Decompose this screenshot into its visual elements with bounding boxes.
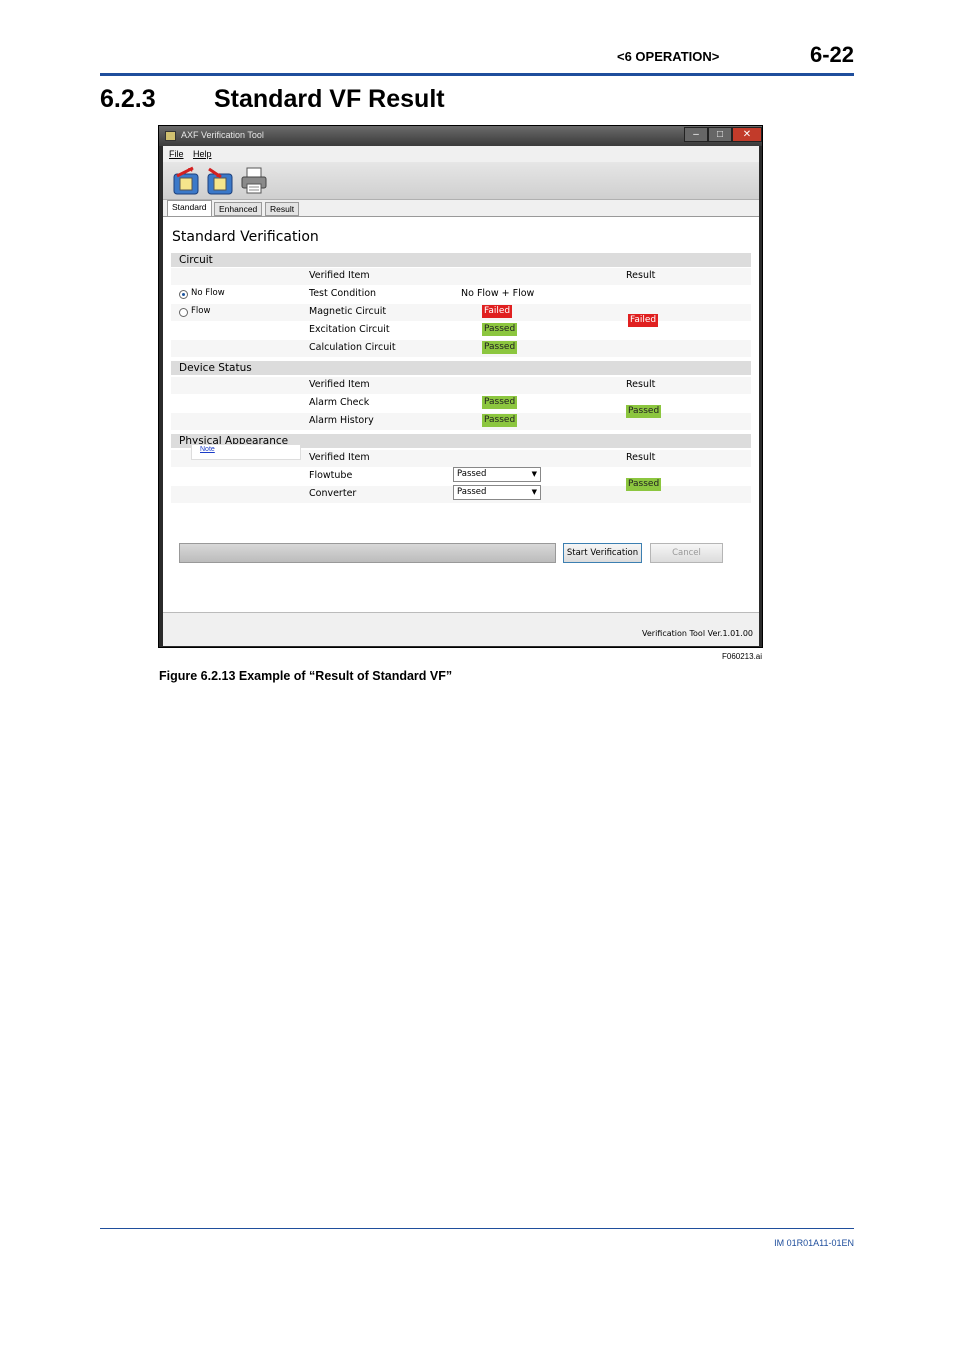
figure-caption: Figure 6.2.13 Example of “Result of Stan…	[159, 669, 453, 683]
start-verification-button[interactable]: Start Verification	[563, 543, 642, 563]
menu-help[interactable]: Help	[193, 149, 212, 159]
magnetic-circuit-status: Failed	[482, 305, 513, 318]
toolbar	[163, 162, 759, 200]
row-stripe	[171, 268, 751, 285]
tab-strip: Standard Enhanced Result	[163, 200, 759, 216]
header-section: <6 OPERATION>	[617, 49, 720, 64]
circuit-col-result: Result	[626, 270, 656, 281]
converter-select-value: Passed	[457, 487, 487, 497]
device-col-result: Result	[626, 379, 656, 390]
title-bar[interactable]: AXF Verification Tool – □ ✕	[159, 126, 762, 146]
chevron-down-icon: ▼	[531, 488, 537, 496]
window-title: AXF Verification Tool	[181, 130, 264, 140]
circuit-item-label: Magnetic Circuit	[309, 306, 387, 317]
appearance-result-status: Passed	[626, 478, 662, 491]
version-text: Verification Tool Ver.1.01.00	[642, 629, 753, 638]
figure-file-id: F060213.ai	[722, 652, 763, 661]
flow-label: Flow	[191, 306, 211, 316]
cancel-button[interactable]: Cancel	[650, 543, 723, 563]
circuit-item-label: Test Condition	[309, 288, 377, 299]
row-stripe	[171, 413, 751, 430]
window-client: File Help Standard Enhanced Result Stand…	[163, 146, 759, 646]
app-window: AXF Verification Tool – □ ✕ File Help St…	[158, 125, 763, 648]
row-stripe	[171, 304, 751, 321]
save-parameters-icon[interactable]	[205, 166, 235, 196]
flow-radio[interactable]	[179, 308, 188, 317]
device-col-verified-item: Verified Item	[309, 379, 370, 390]
flowtube-select[interactable]: Passed ▼	[453, 467, 541, 482]
calculation-circuit-status: Passed	[482, 341, 518, 354]
printer-icon[interactable]	[239, 166, 269, 196]
chevron-down-icon: ▼	[531, 470, 537, 478]
device-item-label: Alarm Check	[309, 397, 370, 408]
footer-rule	[100, 1228, 854, 1229]
verification-progress-bar	[179, 543, 556, 563]
excitation-circuit-status: Passed	[482, 323, 518, 336]
maximize-button[interactable]: □	[708, 127, 732, 142]
alarm-check-status: Passed	[482, 396, 518, 409]
load-parameters-icon[interactable]	[171, 166, 201, 196]
circuit-col-verified-item: Verified Item	[309, 270, 370, 281]
note-box: Note	[191, 444, 301, 460]
device-status-section-header: Device Status	[171, 361, 751, 375]
app-icon	[165, 131, 176, 141]
circuit-item-label: Excitation Circuit	[309, 324, 390, 335]
footer-doc-id: IM 01R01A11-01EN	[774, 1238, 854, 1248]
appearance-item-label: Converter	[309, 488, 357, 499]
section-title: Standard VF Result	[214, 85, 445, 113]
section-number: 6.2.3	[100, 85, 156, 113]
appearance-col-verified-item: Verified Item	[309, 452, 370, 463]
circuit-item-label: Calculation Circuit	[309, 342, 396, 353]
standard-verification-panel: Standard Verification Circuit No Flow Fl…	[163, 216, 759, 612]
row-stripe	[171, 340, 751, 357]
status-bar: Verification Tool Ver.1.01.00	[163, 612, 759, 646]
circuit-section-header: Circuit	[171, 253, 751, 267]
converter-select[interactable]: Passed ▼	[453, 485, 541, 500]
circuit-result-status: Failed	[628, 314, 659, 327]
section-heading: 6.2.3 Standard VF Result	[100, 85, 445, 114]
tab-enhanced[interactable]: Enhanced	[214, 202, 263, 216]
header-rule	[100, 73, 854, 76]
minimize-button[interactable]: –	[684, 127, 708, 142]
close-button[interactable]: ✕	[732, 127, 762, 142]
test-condition-value: No Flow + Flow	[461, 288, 535, 299]
device-result-status: Passed	[626, 405, 662, 418]
appearance-item-label: Flowtube	[309, 470, 353, 481]
alarm-history-status: Passed	[482, 414, 518, 427]
no-flow-radio[interactable]	[179, 290, 188, 299]
no-flow-label: No Flow	[191, 288, 225, 298]
menu-bar: File Help	[163, 146, 759, 162]
flowtube-select-value: Passed	[457, 469, 487, 479]
row-stripe	[171, 377, 751, 394]
tab-standard[interactable]: Standard	[167, 200, 212, 216]
tab-result[interactable]: Result	[265, 202, 300, 216]
device-item-label: Alarm History	[309, 415, 374, 426]
panel-title: Standard Verification	[172, 229, 319, 245]
page-number: 6-22	[809, 42, 854, 67]
menu-file[interactable]: File	[169, 149, 184, 159]
note-link[interactable]: Note	[200, 446, 215, 453]
appearance-col-result: Result	[626, 452, 656, 463]
